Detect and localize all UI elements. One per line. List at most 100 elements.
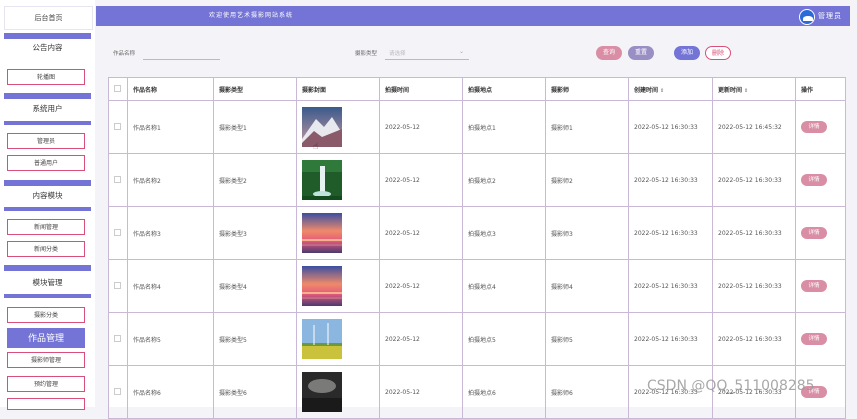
- detail-button[interactable]: 详情: [801, 121, 827, 133]
- cell-shoot-date: 2022-05-12: [379, 365, 463, 419]
- detail-button[interactable]: 详情: [801, 227, 827, 239]
- sidebar-item-works[interactable]: 作品管理: [7, 328, 85, 348]
- cell-actions: 详情: [795, 100, 846, 154]
- delete-button[interactable]: 删除: [705, 46, 731, 60]
- cell-actions: 详情: [795, 153, 846, 207]
- cell-photographer: 摄影师6: [545, 365, 629, 419]
- cell-shoot-place: 拍摄地点6: [462, 365, 546, 419]
- sidebar-group-modules[interactable]: 模块管理: [4, 274, 91, 292]
- column-header-sortable[interactable]: 更新时间 ⇕: [712, 77, 796, 101]
- sidebar-item-more[interactable]: [7, 398, 85, 410]
- table-row[interactable]: 作品名称2 摄影类型2 2022-05-12 拍摄地点2 摄影师2 2022-05-12 …: [108, 153, 846, 207]
- admin-label[interactable]: 管理员: [818, 6, 842, 26]
- type-label: 摄影类型: [355, 51, 378, 57]
- cell-updated-time: 2022-05-12 16:30:33: [712, 153, 796, 207]
- sidebar-item-carousel[interactable]: 轮播图: [7, 69, 85, 85]
- detail-button[interactable]: 详情: [801, 174, 827, 186]
- add-button[interactable]: 添加: [674, 46, 700, 60]
- cell-shoot-place: 拍摄地点4: [462, 259, 546, 313]
- cell-photo-type: 摄影类型5: [213, 312, 297, 366]
- select-all-checkbox[interactable]: [108, 77, 128, 101]
- cell-photo-type: 摄影类型3: [213, 206, 297, 260]
- cell-cover-image: [296, 312, 380, 366]
- sidebar: 后台首页 公告内容 轮播图 系统用户 管理员 普通用户 内容模块 新闻管理 新闻…: [0, 0, 95, 410]
- cell-cover-image: [296, 206, 380, 260]
- column-header: 拍摄地点: [462, 77, 546, 101]
- work-name-label: 作品名称: [113, 51, 136, 57]
- row-checkbox[interactable]: [108, 153, 128, 207]
- cell-updated-time: 2022-05-12 16:30:33: [712, 259, 796, 313]
- cell-cover-image: [296, 100, 380, 154]
- sidebar-item-photographers[interactable]: 摄影师管理: [7, 352, 85, 368]
- row-checkbox[interactable]: [108, 259, 128, 313]
- sidebar-divider: [4, 294, 91, 298]
- type-select-placeholder: 请选择: [389, 51, 406, 57]
- table-row[interactable]: 作品名称1 摄影类型1 2022-05-12 拍摄地点1 摄影师1 2022-05-12 …: [108, 100, 846, 154]
- column-header-sortable[interactable]: 创建时间 ⇕: [628, 77, 713, 101]
- detail-button[interactable]: 详情: [801, 333, 827, 345]
- column-header-label: 创建时间: [634, 86, 659, 94]
- cell-shoot-date: 2022-05-12: [379, 100, 463, 154]
- reset-button[interactable]: 重置: [628, 46, 654, 60]
- cell-cover-image: [296, 259, 380, 313]
- row-checkbox[interactable]: [108, 206, 128, 260]
- work-name-input[interactable]: [143, 47, 220, 60]
- cell-photographer: 摄影师4: [545, 259, 629, 313]
- sidebar-divider: [4, 265, 91, 271]
- works-table: 作品名称 摄影类型 摄影封面 拍摄时间 拍摄地点 摄影师 创建时间 ⇕ 更新时间 ⇕…: [108, 77, 846, 419]
- sidebar-item-users[interactable]: 普通用户: [7, 155, 85, 171]
- cell-shoot-date: 2022-05-12: [379, 259, 463, 313]
- cell-photographer: 摄影师3: [545, 206, 629, 260]
- cell-shoot-place: 拍摄地点1: [462, 100, 546, 154]
- app-page: 后台首页 公告内容 轮播图 系统用户 管理员 普通用户 内容模块 新闻管理 新闻…: [0, 0, 857, 419]
- cell-updated-time: 2022-05-12 16:45:32: [712, 100, 796, 154]
- query-button[interactable]: 查询: [596, 46, 622, 60]
- table-row[interactable]: 作品名称3 摄影类型3 2022-05-12 拍摄地点3 摄影师3 2022-05-12 …: [108, 206, 846, 260]
- table-header-row: 作品名称 摄影类型 摄影封面 拍摄时间 拍摄地点 摄影师 创建时间 ⇕ 更新时间 ⇕…: [108, 77, 846, 101]
- row-checkbox[interactable]: [108, 365, 128, 419]
- cell-photo-type: 摄影类型1: [213, 100, 297, 154]
- sidebar-divider: [4, 121, 91, 125]
- sidebar-item-news[interactable]: 新闻管理: [7, 219, 85, 235]
- sort-icon[interactable]: ⇕: [660, 88, 664, 94]
- cell-shoot-place: 拍摄地点2: [462, 153, 546, 207]
- sidebar-item-bookings[interactable]: 预约管理: [7, 376, 85, 392]
- table-row[interactable]: 作品名称4 摄影类型4 2022-05-12 拍摄地点4 摄影师4 2022-05-12 …: [108, 259, 846, 313]
- column-header: 操作: [795, 77, 846, 101]
- sort-icon[interactable]: ⇕: [744, 88, 748, 94]
- table-row[interactable]: 作品名称5 摄影类型5 2022-05-12 拍摄地点5 摄影师5 2022-05-12 …: [108, 312, 846, 366]
- top-header: 欢迎使用艺术摄影网站系统 管理员: [96, 6, 850, 26]
- sidebar-item-news-category[interactable]: 新闻分类: [7, 241, 85, 257]
- cell-actions: 详情: [795, 259, 846, 313]
- sidebar-item-admin[interactable]: 管理员: [7, 133, 85, 149]
- chevron-down-icon: ⌄: [459, 48, 465, 55]
- column-header-label: 更新时间: [718, 86, 743, 94]
- cell-cover-image: [296, 365, 380, 419]
- column-header: 摄影封面: [296, 77, 380, 101]
- search-bar: 作品名称 摄影类型 请选择 ⌄ 查询 重置 添加 删除: [96, 30, 850, 72]
- sidebar-home[interactable]: 后台首页: [4, 6, 93, 30]
- sidebar-group-users[interactable]: 系统用户: [4, 100, 91, 118]
- cell-shoot-place: 拍摄地点5: [462, 312, 546, 366]
- hand-cursor-icon: ☝: [313, 142, 319, 152]
- row-checkbox[interactable]: [108, 100, 128, 154]
- cell-shoot-date: 2022-05-12: [379, 312, 463, 366]
- cell-photo-type: 摄影类型4: [213, 259, 297, 313]
- sidebar-divider: [4, 207, 91, 211]
- cell-photographer: 摄影师1: [545, 100, 629, 154]
- watermark: CSDN @QQ_511008285: [647, 378, 815, 394]
- sidebar-group-content[interactable]: 内容模块: [4, 187, 91, 205]
- admin-avatar-icon[interactable]: [799, 9, 815, 25]
- cell-photographer: 摄影师2: [545, 153, 629, 207]
- detail-button[interactable]: 详情: [801, 280, 827, 292]
- sidebar-group-notice[interactable]: 公告内容: [4, 39, 91, 57]
- cell-work-name: 作品名称3: [127, 206, 214, 260]
- cell-created-time: 2022-05-12 16:30:33: [628, 259, 713, 313]
- cell-created-time: 2022-05-12 16:30:33: [628, 312, 713, 366]
- row-checkbox[interactable]: [108, 312, 128, 366]
- cell-work-name: 作品名称4: [127, 259, 214, 313]
- sidebar-item-photo-category[interactable]: 摄影分类: [7, 307, 85, 323]
- cell-shoot-place: 拍摄地点3: [462, 206, 546, 260]
- cell-work-name: 作品名称1: [127, 100, 214, 154]
- cell-shoot-date: 2022-05-12: [379, 153, 463, 207]
